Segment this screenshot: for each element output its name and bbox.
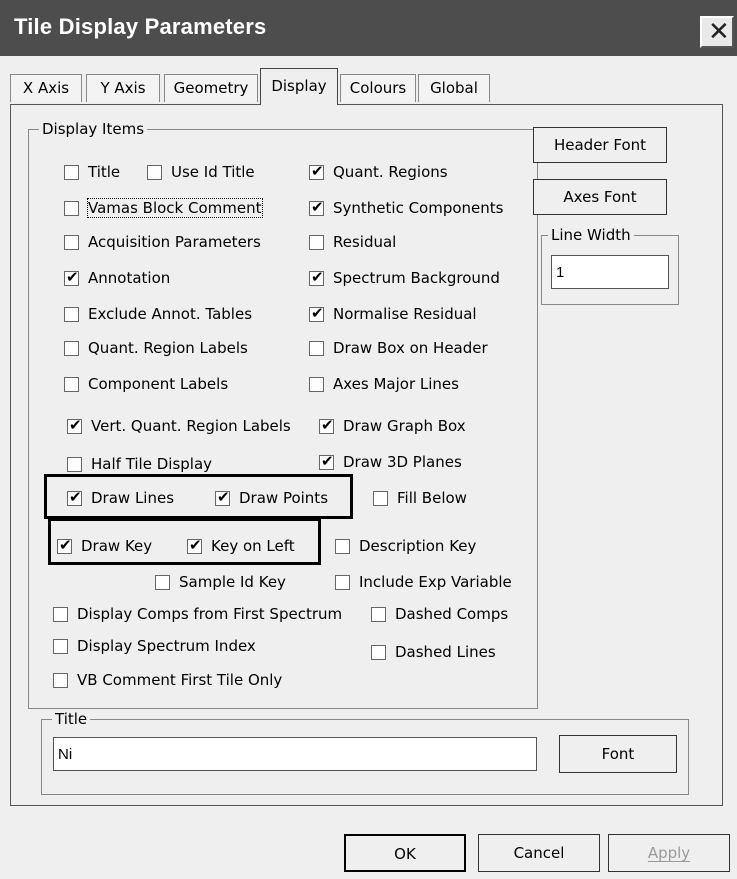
title-input[interactable] bbox=[53, 737, 537, 771]
checked-checkbox-box[interactable] bbox=[187, 536, 202, 554]
checked-checkbox-box[interactable] bbox=[309, 268, 324, 286]
display-tab-panel: Display Items Title Use Id Title Quant. … bbox=[10, 104, 723, 806]
unchecked-checkbox-box[interactable] bbox=[309, 340, 324, 356]
checkbox-exclude-annot-tables[interactable]: Exclude Annot. Tables bbox=[64, 303, 252, 325]
checked-checkbox-box[interactable] bbox=[319, 452, 334, 470]
checkbox-draw-box-on-header[interactable]: Draw Box on Header bbox=[309, 337, 488, 359]
checked-checkbox-box[interactable] bbox=[67, 416, 82, 434]
checkbox-annotation[interactable]: Annotation bbox=[64, 267, 170, 289]
tile-display-parameters-dialog: Tile Display Parameters ✕ X Axis Y Axis … bbox=[0, 0, 737, 879]
checkbox-draw-lines[interactable]: Draw Lines bbox=[67, 487, 174, 509]
title-group-label: Title bbox=[52, 710, 91, 728]
tab-x-axis[interactable]: X Axis bbox=[10, 74, 82, 102]
checkbox-include-exp-variable[interactable]: Include Exp Variable bbox=[335, 571, 512, 593]
checkbox-sample-id-key[interactable]: Sample Id Key bbox=[155, 571, 286, 593]
checked-checkbox-box[interactable] bbox=[64, 268, 79, 286]
checkbox-vert-quant-region-labels[interactable]: Vert. Quant. Region Labels bbox=[67, 415, 291, 437]
unchecked-checkbox-box[interactable] bbox=[64, 306, 79, 322]
checkbox-component-labels[interactable]: Component Labels bbox=[64, 373, 228, 395]
unchecked-checkbox-box[interactable] bbox=[53, 606, 68, 622]
checkbox-dashed-lines[interactable]: Dashed Lines bbox=[371, 641, 496, 663]
checkbox-vb-comment-first-tile-only[interactable]: VB Comment First Tile Only bbox=[53, 669, 282, 691]
unchecked-checkbox-box[interactable] bbox=[371, 644, 386, 660]
checked-checkbox-box[interactable] bbox=[309, 304, 324, 322]
checkbox-description-key[interactable]: Description Key bbox=[335, 535, 476, 557]
title-font-button[interactable]: Font bbox=[559, 735, 677, 773]
checkbox-display-comps-from-first-spectrum[interactable]: Display Comps from First Spectrum bbox=[53, 603, 342, 625]
line-width-label: Line Width bbox=[548, 226, 634, 244]
checkbox-axes-major-lines[interactable]: Axes Major Lines bbox=[309, 373, 459, 395]
unchecked-checkbox-box[interactable] bbox=[64, 340, 79, 356]
ok-button[interactable]: OK bbox=[344, 834, 466, 872]
checkbox-title[interactable]: Title bbox=[64, 161, 120, 183]
tab-y-axis[interactable]: Y Axis bbox=[86, 74, 160, 102]
unchecked-checkbox-box[interactable] bbox=[53, 638, 68, 654]
checkbox-draw-key[interactable]: Draw Key bbox=[57, 535, 152, 557]
checkbox-use-id-title[interactable]: Use Id Title bbox=[147, 161, 255, 183]
unchecked-checkbox-box[interactable] bbox=[64, 200, 79, 216]
checkbox-vamas-block-comment[interactable]: Vamas Block Comment bbox=[64, 197, 263, 219]
axes-font-button[interactable]: Axes Font bbox=[533, 179, 667, 215]
checkbox-draw-3d-planes[interactable]: Draw 3D Planes bbox=[319, 451, 462, 473]
checkbox-draw-points[interactable]: Draw Points bbox=[215, 487, 328, 509]
checkbox-draw-graph-box[interactable]: Draw Graph Box bbox=[319, 415, 466, 437]
unchecked-checkbox-box[interactable] bbox=[147, 164, 162, 180]
unchecked-checkbox-box[interactable] bbox=[64, 376, 79, 392]
title-bar: Tile Display Parameters ✕ bbox=[0, 0, 737, 56]
window-title: Tile Display Parameters bbox=[14, 14, 267, 39]
checked-checkbox-box[interactable] bbox=[57, 536, 72, 554]
checked-checkbox-box[interactable] bbox=[319, 416, 334, 434]
unchecked-checkbox-box[interactable] bbox=[335, 538, 350, 554]
checkbox-quant-regions[interactable]: Quant. Regions bbox=[309, 161, 448, 183]
close-icon: ✕ bbox=[708, 17, 730, 47]
checked-checkbox-box[interactable] bbox=[215, 488, 230, 506]
checkbox-dashed-comps[interactable]: Dashed Comps bbox=[371, 603, 508, 625]
unchecked-checkbox-box[interactable] bbox=[155, 574, 170, 590]
unchecked-checkbox-box[interactable] bbox=[371, 606, 386, 622]
checked-checkbox-box[interactable] bbox=[67, 488, 82, 506]
header-font-button[interactable]: Header Font bbox=[533, 127, 667, 163]
checkbox-residual[interactable]: Residual bbox=[309, 231, 396, 253]
unchecked-checkbox-box[interactable] bbox=[64, 234, 79, 250]
unchecked-checkbox-box[interactable] bbox=[309, 234, 324, 250]
checked-checkbox-box[interactable] bbox=[309, 198, 324, 216]
close-button[interactable]: ✕ bbox=[700, 16, 734, 48]
checkbox-half-tile-display[interactable]: Half Tile Display bbox=[67, 453, 212, 475]
tab-display[interactable]: Display bbox=[260, 68, 338, 105]
checkbox-display-spectrum-index[interactable]: Display Spectrum Index bbox=[53, 635, 256, 657]
checkbox-spectrum-background[interactable]: Spectrum Background bbox=[309, 267, 500, 289]
checkbox-quant-region-labels[interactable]: Quant. Region Labels bbox=[64, 337, 248, 359]
dialog-footer: OK Cancel Apply bbox=[0, 818, 737, 879]
checkbox-normalise-residual[interactable]: Normalise Residual bbox=[309, 303, 477, 325]
unchecked-checkbox-box[interactable] bbox=[53, 672, 68, 688]
checkbox-fill-below[interactable]: Fill Below bbox=[373, 487, 467, 509]
checked-checkbox-box[interactable] bbox=[309, 162, 324, 180]
unchecked-checkbox-box[interactable] bbox=[309, 376, 324, 392]
tab-global[interactable]: Global bbox=[418, 74, 490, 102]
tab-colours[interactable]: Colours bbox=[340, 74, 416, 102]
apply-button[interactable]: Apply bbox=[608, 834, 730, 872]
unchecked-checkbox-box[interactable] bbox=[335, 574, 350, 590]
checkbox-key-on-left[interactable]: Key on Left bbox=[187, 535, 295, 557]
tab-geometry[interactable]: Geometry bbox=[164, 74, 258, 102]
unchecked-checkbox-box[interactable] bbox=[373, 490, 388, 506]
cancel-button[interactable]: Cancel bbox=[478, 834, 600, 872]
line-width-input[interactable] bbox=[551, 255, 669, 289]
unchecked-checkbox-box[interactable] bbox=[67, 456, 82, 472]
checkbox-synthetic-components[interactable]: Synthetic Components bbox=[309, 197, 504, 219]
unchecked-checkbox-box[interactable] bbox=[64, 164, 79, 180]
display-items-label: Display Items bbox=[39, 120, 148, 138]
checkbox-acquisition-parameters[interactable]: Acquisition Parameters bbox=[64, 231, 261, 253]
